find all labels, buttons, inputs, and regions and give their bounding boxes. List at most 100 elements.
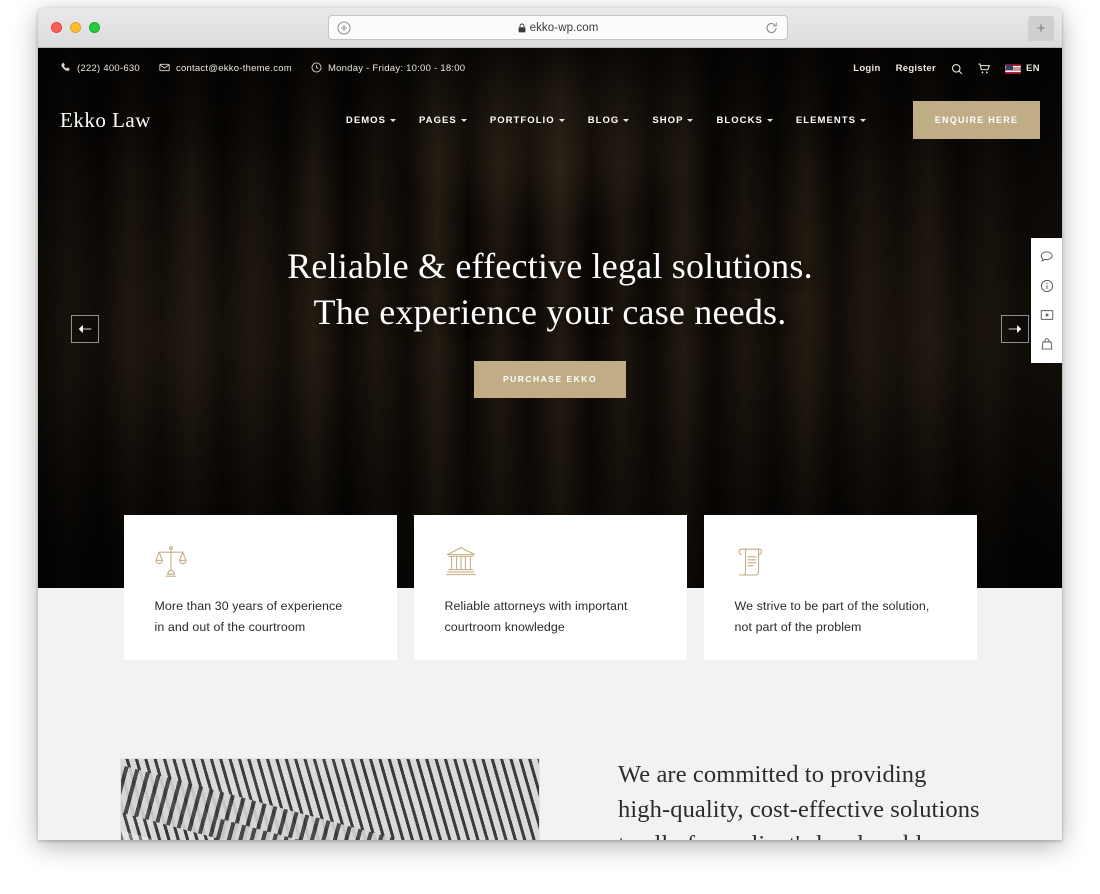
feature-card-text: More than 30 years of experience in and …	[155, 596, 366, 639]
chevron-down-icon	[558, 118, 565, 122]
commitment-line-2: high-quality, cost-effective solutions	[618, 795, 980, 823]
feature-card-line-1: We strive to be part of the solution,	[734, 599, 930, 613]
hours-label: Monday - Friday: 10:00 - 18:00	[327, 63, 466, 74]
login-link[interactable]: Login	[853, 63, 880, 74]
hero-content: Reliable & effective legal solutions. Th…	[38, 243, 1062, 399]
phone-item[interactable]: (222) 400-630	[60, 62, 140, 76]
browser-window: ekko-wp.com + We are committed to provid…	[38, 8, 1062, 840]
new-tab-label: +	[1036, 20, 1046, 37]
nav-item-demos[interactable]: DEMOS	[346, 115, 396, 126]
site-logo[interactable]: Ekko Law	[60, 108, 151, 133]
scroll-document-icon	[735, 545, 946, 587]
clock-icon	[311, 62, 322, 76]
nav-item-shop[interactable]: SHOP	[652, 114, 694, 126]
browser-chrome-bar: ekko-wp.com +	[38, 8, 1062, 48]
chevron-down-icon	[460, 118, 467, 122]
chevron-down-icon	[623, 118, 630, 122]
phone-icon	[60, 62, 71, 76]
nav-label-blog: BLOG	[587, 114, 620, 126]
nav-label-blocks: BLOCKS	[716, 114, 763, 126]
scales-of-justice-icon	[154, 545, 366, 587]
feature-card: We strive to be part of the solution, no…	[703, 515, 977, 660]
shopping-bag-icon	[1041, 338, 1052, 350]
address-bar[interactable]: ekko-wp.com	[328, 15, 788, 40]
nav-label-pages: PAGES	[419, 114, 457, 126]
language-label: EN	[1026, 63, 1040, 74]
courthouse-photo: COURT · HOUSE	[120, 758, 540, 840]
chevron-down-icon	[390, 118, 396, 122]
commitment-row: COURT · HOUSE We are committed to provid…	[38, 758, 1062, 840]
nav-label-portfolio: PORTFOLIO	[489, 114, 555, 126]
feature-card-line-2: in and out of the courtroom	[154, 620, 306, 635]
phone-label: (222) 400-630	[77, 63, 140, 74]
hero-slider: (222) 400-630 contact@ekko-theme.com Mon…	[38, 48, 1062, 588]
nav-item-pages[interactable]: PAGES	[419, 115, 467, 126]
email-label: contact@ekko-theme.com	[175, 63, 292, 74]
feature-card-line-2: courtroom knowledge	[444, 620, 565, 635]
primary-menu: DEMOS PAGES PORTFOLIO BLOG SHOP BLOCKS E…	[346, 114, 867, 126]
nav-label-demos: DEMOS	[345, 114, 386, 126]
arrow-right-icon	[1008, 325, 1022, 333]
feature-card-line-1: More than 30 years of experience	[154, 599, 343, 613]
slider-next-button[interactable]	[1001, 315, 1029, 343]
courthouse-icon	[445, 545, 656, 587]
minimize-window-button[interactable]	[70, 22, 81, 33]
hero-headline: Reliable & effective legal solutions. Th…	[38, 243, 1062, 335]
page-viewport: COURT · HOUSE We are committed to provid…	[38, 48, 1062, 840]
commitment-heading: We are committed to providing high-quali…	[618, 758, 980, 840]
nav-item-blocks[interactable]: BLOCKS	[716, 114, 773, 126]
enquire-here-button[interactable]: ENQUIRE HERE	[913, 101, 1040, 139]
search-icon[interactable]	[951, 63, 963, 75]
main-navigation: Ekko Law DEMOS PAGES PORTFOLIO BLOG SHOP…	[38, 89, 1062, 151]
chevron-down-icon	[860, 118, 867, 122]
us-flag-icon	[1005, 63, 1021, 74]
chat-bubble-icon	[1040, 251, 1053, 262]
lock-icon	[518, 23, 526, 33]
hours-item: Monday - Friday: 10:00 - 18:00	[311, 62, 465, 76]
top-contact-left: (222) 400-630 contact@ekko-theme.com Mon…	[60, 62, 465, 76]
feature-card-line-2: not part of the problem	[734, 620, 862, 635]
url-text: ekko-wp.com	[529, 21, 599, 34]
email-item[interactable]: contact@ekko-theme.com	[159, 62, 292, 76]
feature-card-line-1: Reliable attorneys with important	[444, 599, 628, 613]
feature-card-text: Reliable attorneys with important courtr…	[445, 596, 656, 639]
feature-card: More than 30 years of experience in and …	[123, 515, 397, 660]
nav-item-portfolio[interactable]: PORTFOLIO	[490, 115, 565, 126]
nav-label-shop: SHOP	[652, 114, 684, 126]
info-circle-icon	[1040, 279, 1053, 293]
commitment-line-3: to all of our client's legal problems.	[618, 828, 980, 840]
new-tab-button[interactable]: +	[1028, 16, 1054, 41]
envelope-icon	[159, 62, 170, 76]
desktop-backdrop: ekko-wp.com + We are committed to provid…	[0, 0, 1100, 894]
url-text-wrapper: ekko-wp.com	[518, 22, 599, 34]
arrow-left-icon	[78, 325, 92, 333]
chevron-down-icon	[766, 118, 773, 122]
chevron-down-icon	[687, 118, 694, 122]
commitment-line-1: We are committed to providing	[618, 761, 927, 788]
side-rail-info-button[interactable]	[1031, 274, 1062, 298]
top-contact-bar: (222) 400-630 contact@ekko-theme.com Mon…	[38, 48, 1062, 89]
purchase-ekko-button[interactable]: PURCHASE EKKO	[473, 361, 627, 399]
cart-icon[interactable]	[978, 63, 990, 75]
feature-cards: More than 30 years of experience in and …	[38, 515, 1062, 660]
add-site-icon[interactable]	[337, 21, 351, 35]
feature-card: Reliable attorneys with important courtr…	[413, 515, 687, 660]
reload-icon[interactable]	[765, 21, 778, 34]
nav-item-blog[interactable]: BLOG	[588, 115, 630, 126]
nav-item-elements[interactable]: ELEMENTS	[795, 114, 867, 126]
side-rail-shop-button[interactable]	[1031, 332, 1062, 356]
side-rail-chat-button[interactable]	[1031, 245, 1062, 269]
video-play-icon	[1040, 310, 1053, 320]
nav-label-elements: ELEMENTS	[795, 114, 857, 126]
top-contact-right: Login Register EN	[853, 63, 1040, 75]
language-switcher[interactable]: EN	[1005, 63, 1040, 74]
feature-card-text: We strive to be part of the solution, no…	[735, 596, 946, 639]
zoom-window-button[interactable]	[89, 22, 100, 33]
close-window-button[interactable]	[51, 22, 62, 33]
slider-prev-button[interactable]	[71, 315, 99, 343]
side-rail-video-button[interactable]	[1031, 303, 1062, 327]
register-link[interactable]: Register	[896, 63, 936, 74]
side-rail	[1031, 238, 1062, 363]
window-controls	[51, 22, 100, 33]
hero-headline-line-1: Reliable & effective legal solutions.	[287, 246, 813, 286]
